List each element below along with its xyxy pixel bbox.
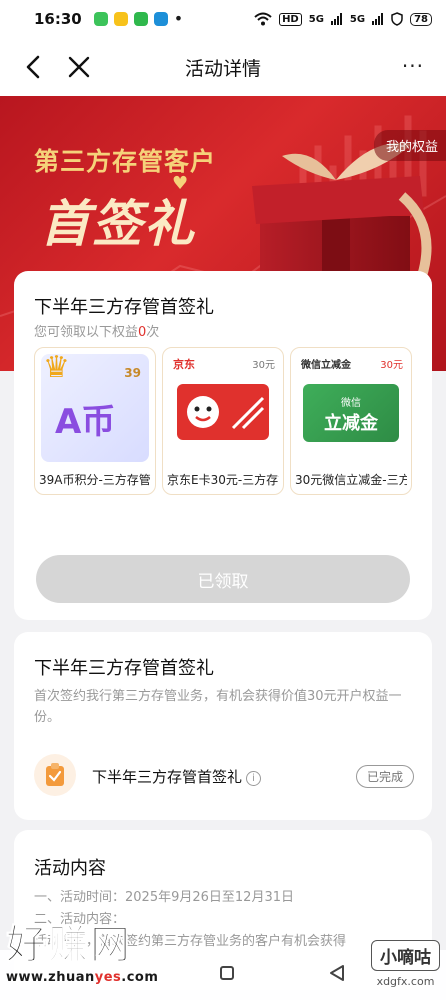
task-label: 下半年三方存管首签礼 i	[92, 766, 262, 787]
jd-card-face	[177, 384, 269, 440]
jd-logo: 京东	[173, 358, 195, 371]
reward-label-acoin: 39A币积分-三方存管	[39, 473, 151, 487]
status-indicators: HD 5G 5G 78	[254, 12, 432, 26]
hd-badge: HD	[279, 12, 302, 26]
task-description: 首次签约我行第三方存管业务，有机会获得价值30元开户权益一份。	[34, 689, 402, 725]
jd-amount: 30元	[252, 360, 275, 371]
wechat-voucher-image: 微信立减金 30元 微信 立减金	[297, 354, 405, 462]
task-icon-container	[34, 754, 76, 796]
reward-item-acoin[interactable]: ♛ 39 A币 39A币积分-三方存管	[34, 347, 156, 495]
voucher-amount: 30元	[380, 360, 403, 371]
clipboard-check-icon	[46, 763, 64, 786]
back-arrow-icon[interactable]	[22, 54, 46, 80]
remaining-prefix: 您可领取以下权益	[34, 325, 139, 340]
jd-mascot-icon	[187, 396, 219, 428]
voucher-header: 微信立减金	[301, 360, 351, 371]
jd-stripes-icon	[231, 396, 265, 430]
notification-icons: •	[93, 9, 184, 28]
close-icon[interactable]	[66, 54, 92, 80]
watermark-right: 小嘀咕 xdgfx.com	[371, 940, 440, 988]
status-bar: 16:30 • HD 5G 5G 78	[0, 0, 446, 38]
watermark-left: 好赚网 www.zhuanyes.com	[6, 912, 186, 986]
task-card: 下半年三方存管首签礼 首次签约我行第三方存管业务，有机会获得价值30元开户权益一…	[14, 632, 432, 820]
watermark-url-c: .com	[121, 970, 159, 985]
shield-icon	[391, 12, 403, 26]
completed-status-badge: 已完成	[355, 765, 414, 788]
phone-app-icon	[133, 12, 148, 26]
task-card-title: 下半年三方存管首签礼	[34, 658, 214, 679]
status-time: 16:30	[34, 10, 82, 28]
activity-line-1: 一、活动时间：2025年9月26日至12月31日	[34, 890, 294, 905]
watermark-url-a: www.zhuan	[6, 970, 95, 985]
claimed-button[interactable]: 已领取	[36, 555, 410, 603]
bank-app-icon	[153, 12, 168, 26]
activity-content-title: 活动内容	[34, 858, 106, 879]
voucher-card-face: 微信 立减金	[303, 384, 399, 442]
signal-icon-1	[330, 13, 342, 25]
signal-label-2: 5G	[349, 13, 366, 25]
reward-item-wechat-voucher[interactable]: 微信立减金 30元 微信 立减金 30元微信立减金-三方存管	[290, 347, 412, 495]
taobao-app-icon	[113, 12, 128, 26]
remaining-suffix: 次	[146, 325, 160, 340]
navigation-bar: 活动详情 ···	[0, 38, 446, 96]
home-square-icon[interactable]	[220, 966, 234, 980]
back-triangle-icon[interactable]	[328, 964, 346, 982]
battery-indicator: 78	[410, 12, 432, 26]
page-title: 活动详情	[184, 57, 261, 80]
offer-card: 下半年三方存管首签礼 您可领取以下权益0次 ♛ 39 A币 39A币积分-三方存…	[14, 271, 432, 620]
watermark-url: www.zhuanyes.com	[6, 970, 186, 985]
more-notifications-icon: •	[173, 9, 184, 28]
info-icon[interactable]: i	[246, 771, 262, 786]
my-rights-button[interactable]: 我的权益	[373, 130, 446, 161]
heart-icon: ♥	[172, 173, 189, 194]
acoin-art-text: A币	[55, 402, 116, 442]
watermark-right-url: xdgfx.com	[376, 975, 435, 988]
voucher-art-text: 立减金	[324, 413, 378, 434]
crown-icon: ♛	[43, 350, 70, 385]
wifi-icon	[254, 12, 272, 26]
banner-title: 首签礼	[40, 194, 196, 253]
acoin-tag: 39	[124, 366, 141, 380]
watermark-url-b: yes	[94, 970, 122, 985]
voucher-small-label: 微信	[341, 398, 361, 409]
message-app-icon	[93, 12, 108, 26]
banner-subtitle: 第三方存管客户	[34, 147, 217, 176]
watermark-brand: 好赚网	[6, 922, 132, 969]
more-options-button[interactable]: ···	[402, 56, 424, 76]
reward-label-wechat-voucher: 30元微信立减金-三方存管	[295, 473, 407, 487]
task-label-text: 下半年三方存管首签礼	[92, 768, 243, 786]
reward-item-jd-card[interactable]: 京东 30元 京东E卡30元-三方存管	[162, 347, 284, 495]
remaining-count-text: 您可领取以下权益0次	[34, 321, 159, 340]
watermark-right-brand: 小嘀咕	[371, 940, 440, 971]
offer-title: 下半年三方存管首签礼	[34, 297, 214, 318]
jd-card-image: 京东 30元	[169, 354, 277, 462]
reward-label-jd-card: 京东E卡30元-三方存管	[167, 473, 279, 487]
signal-icon-2	[372, 13, 384, 25]
acoin-image: ♛ 39 A币	[41, 350, 149, 462]
signal-label-1: 5G	[308, 13, 324, 25]
